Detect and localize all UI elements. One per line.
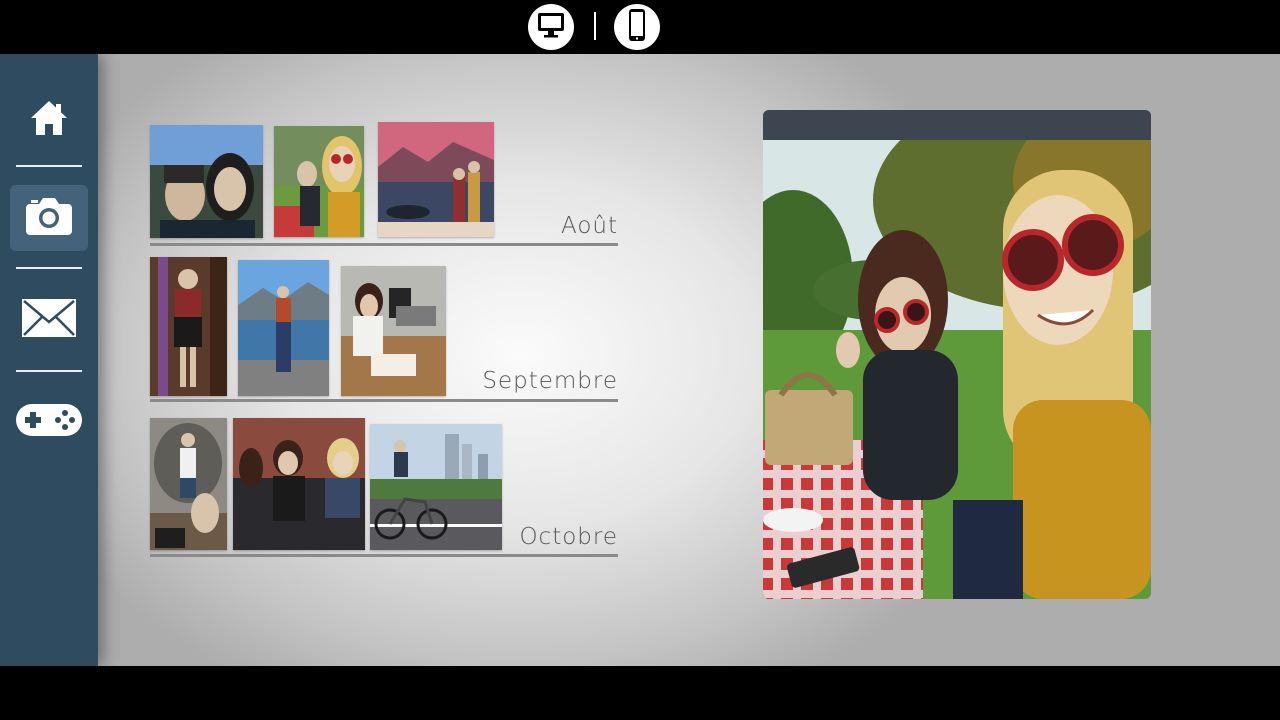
month-label: Septembre (482, 368, 618, 394)
bottom-bar (0, 666, 1280, 720)
desktop-mode-button[interactable] (528, 4, 574, 50)
photo-thumbnail[interactable] (150, 257, 227, 396)
photo-thumbnail[interactable] (238, 260, 329, 396)
month-group-aout: Août (150, 120, 618, 248)
sidebar-item-mail[interactable] (10, 287, 88, 353)
photo-thumbnail[interactable] (233, 418, 365, 550)
month-group-septembre: Septembre (150, 254, 618, 404)
sidebar-divider (16, 370, 82, 372)
photo-thumbnail[interactable] (150, 418, 227, 550)
main-area: Août Septembre Octobre (0, 54, 1280, 666)
home-icon (29, 98, 69, 143)
top-bar (0, 0, 1280, 54)
sidebar-item-games[interactable] (10, 389, 88, 455)
photo-thumbnail[interactable] (150, 125, 263, 238)
month-divider (150, 554, 618, 557)
month-divider (150, 243, 618, 246)
photo-thumbnail[interactable] (378, 122, 494, 237)
photo-preview (763, 110, 1151, 599)
month-label: Août (561, 213, 618, 239)
sidebar-divider (16, 165, 82, 167)
camera-icon (24, 195, 74, 242)
preview-header (763, 110, 1151, 140)
month-group-octobre: Octobre (150, 416, 618, 557)
sidebar (0, 54, 98, 666)
mode-separator (594, 12, 596, 40)
monitor-icon (536, 10, 566, 45)
sidebar-item-camera[interactable] (10, 185, 88, 251)
envelope-icon (21, 298, 77, 343)
photo-thumbnail[interactable] (274, 126, 364, 237)
preview-photo[interactable] (763, 140, 1151, 599)
smartphone-icon (622, 8, 652, 47)
photo-thumbnail[interactable] (370, 424, 502, 550)
month-label: Octobre (519, 524, 618, 550)
photo-thumbnail[interactable] (341, 266, 446, 396)
month-divider (150, 399, 618, 402)
sidebar-divider (16, 267, 82, 269)
gamepad-icon (15, 403, 83, 442)
sidebar-item-home[interactable] (10, 87, 88, 153)
phone-mode-button[interactable] (614, 4, 660, 50)
